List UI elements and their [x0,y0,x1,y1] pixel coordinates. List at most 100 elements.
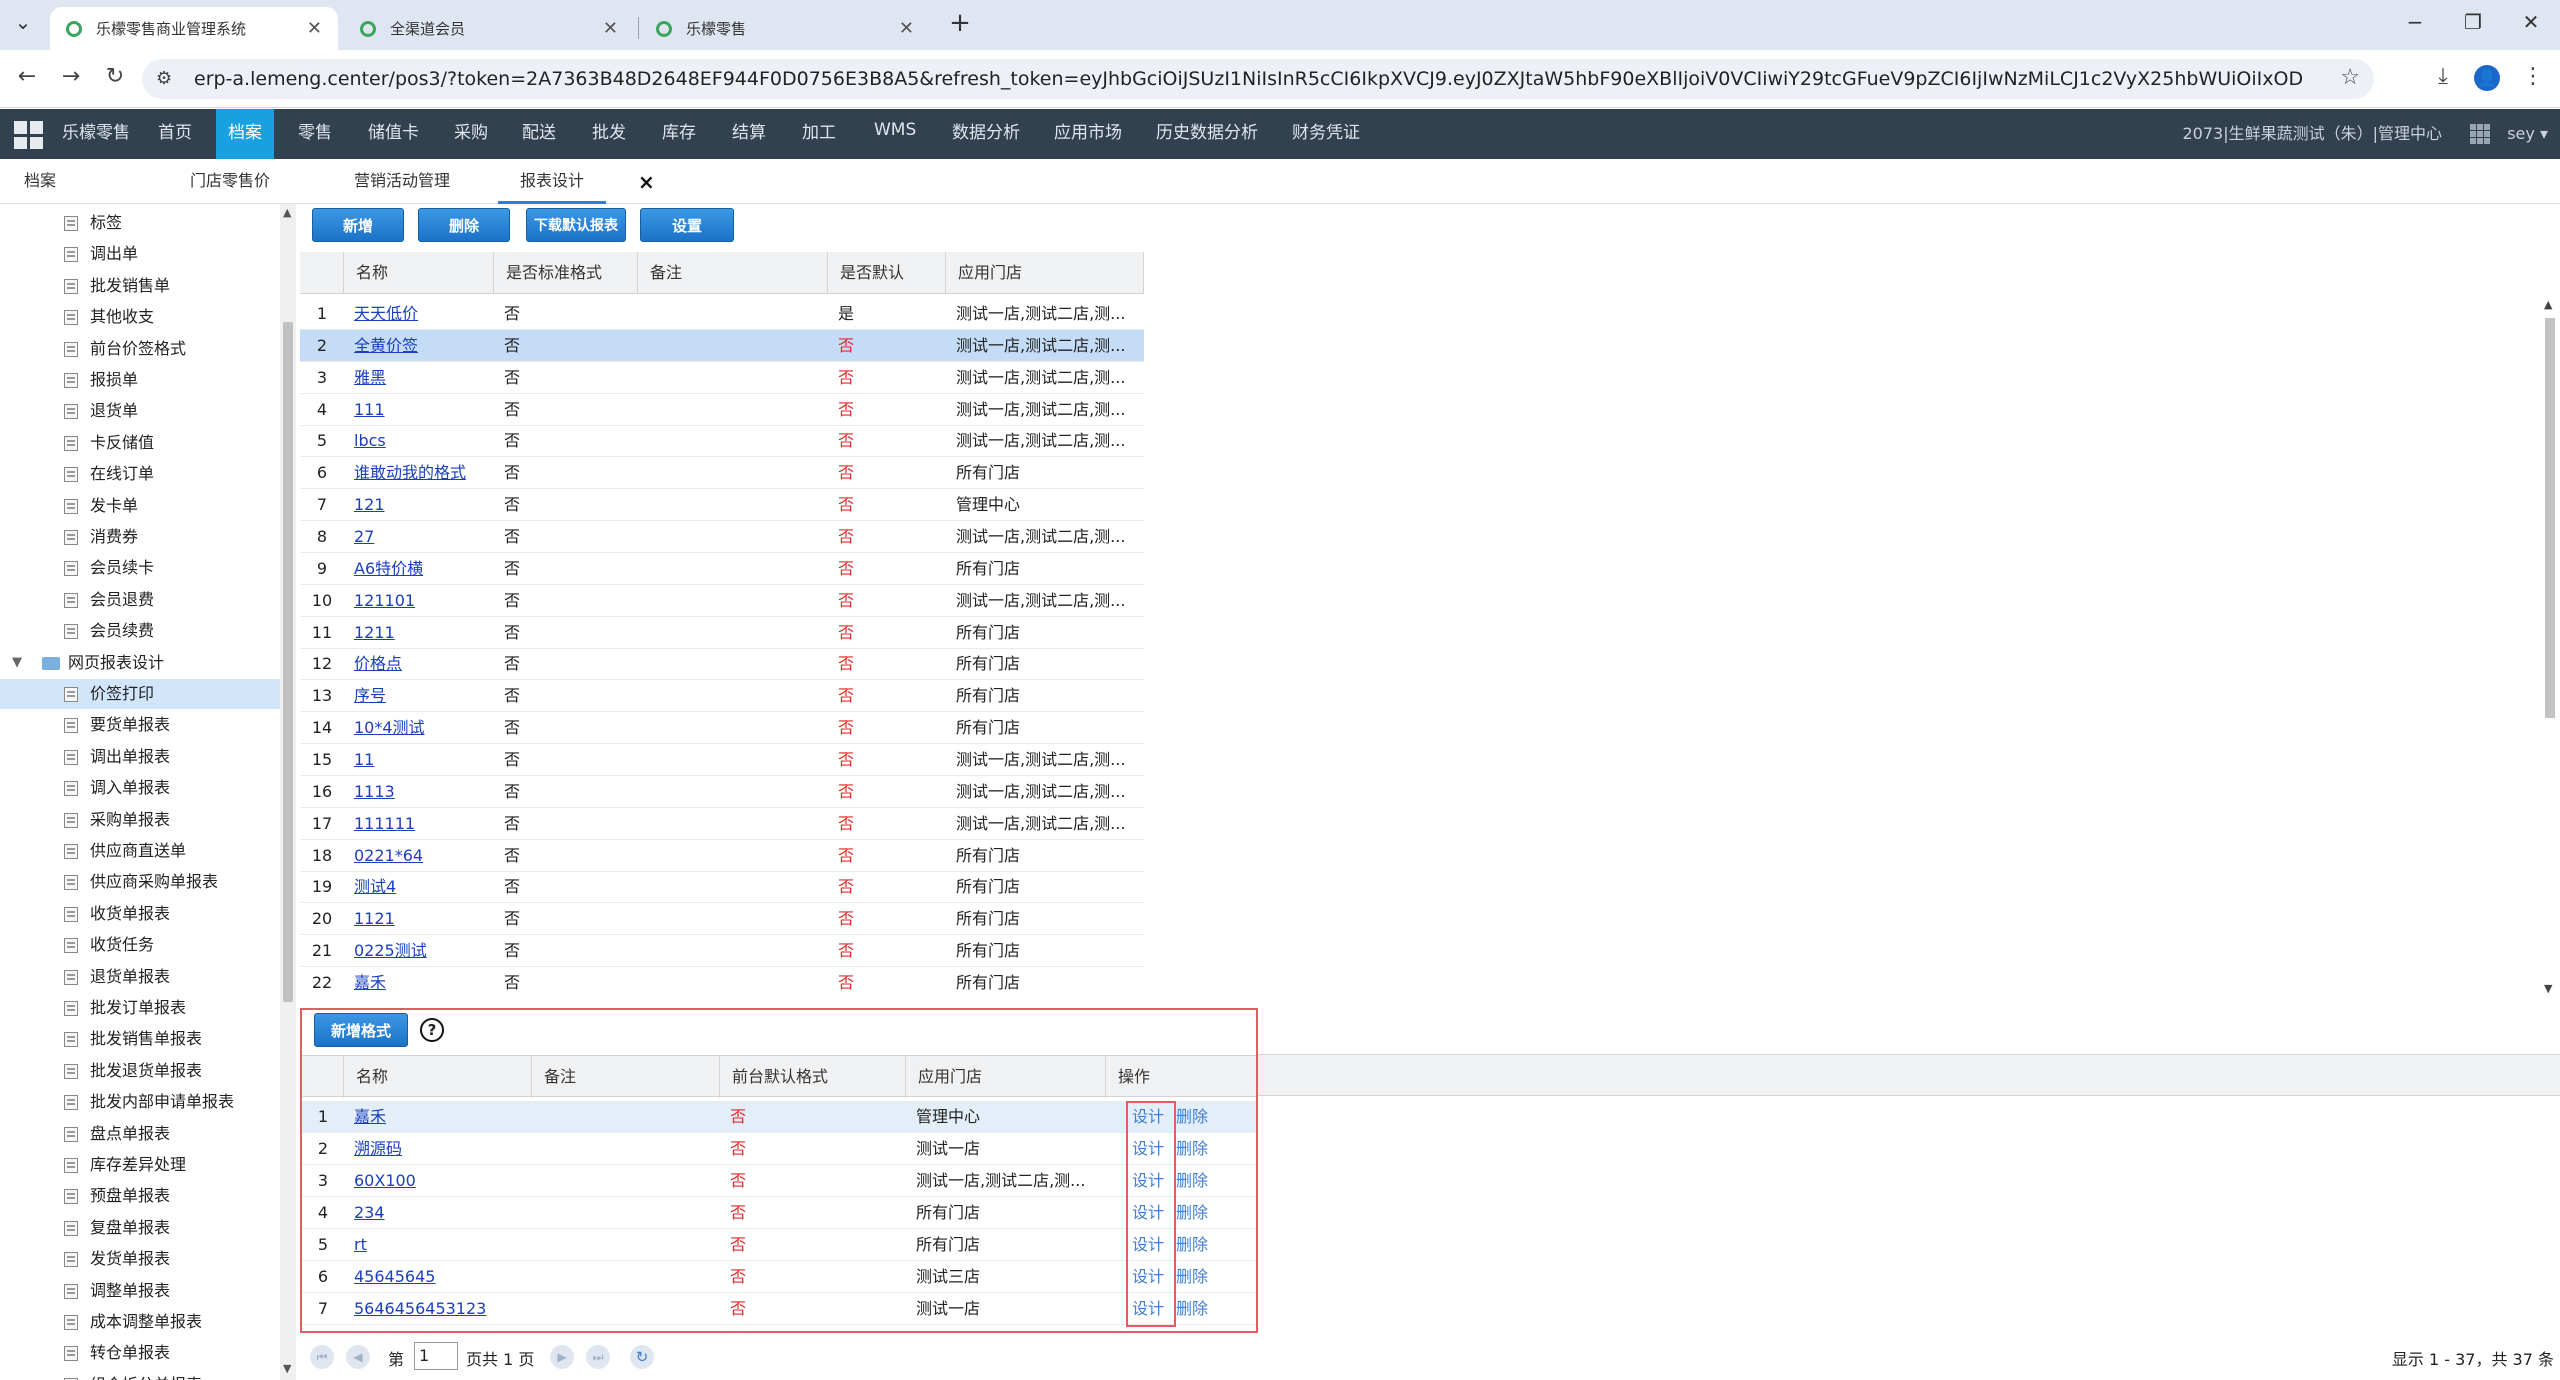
table-row[interactable]: 20 1121 否 否 所有门店 [300,903,1144,936]
delete-link[interactable]: 删除 [1170,1165,1230,1197]
nav-archive[interactable]: 档案 [216,109,274,159]
col-remark[interactable]: 备注 [532,1056,720,1098]
page-number-input[interactable]: 1 [414,1342,458,1370]
tree-item[interactable]: 发卡单 [0,491,280,521]
tree-item[interactable]: 标签 [0,208,280,238]
tree-item[interactable]: 其他收支 [0,302,280,332]
nav-wholesale[interactable]: 批发 [580,109,638,159]
tree-item[interactable]: 退货单 [0,396,280,426]
format-name-link[interactable]: 45645645 [344,1261,532,1293]
nav-distribution[interactable]: 配送 [510,109,568,159]
report-name-link[interactable]: 111 [344,394,494,426]
next-page-icon[interactable]: ▶ [550,1345,574,1369]
col-operation[interactable]: 操作 [1106,1056,1256,1098]
scroll-down-icon[interactable]: ▼ [283,1362,291,1375]
table-row[interactable]: 4 111 否 否 测试一店,测试二店,测... [300,394,1144,426]
report-name-link[interactable]: 序号 [344,680,494,712]
format-name-link[interactable]: 嘉禾 [344,1101,532,1133]
tree-item[interactable]: 成本调整单报表 [0,1307,280,1337]
col-name[interactable]: 名称 [344,1056,532,1098]
col-is-default[interactable]: 是否默认 [828,252,946,294]
tab-store-retail-price[interactable]: 门店零售价 [190,160,270,204]
tree-item[interactable]: 库存差异处理 [0,1150,280,1180]
nav-wms[interactable]: WMS [862,106,928,156]
reload-icon[interactable]: ↻ [100,64,130,89]
delete-link[interactable]: 删除 [1170,1261,1230,1293]
tree-item[interactable]: 收货任务 [0,930,280,960]
table-row[interactable]: 13 序号否否所有门店 [300,680,1144,713]
tree-item[interactable]: 供应商直送单 [0,836,280,866]
table-row[interactable]: 7 121 否 否 管理中心 [300,489,1144,522]
browser-tab-3[interactable]: 乐檬零售 ✕ [640,7,930,50]
table-row[interactable]: 21 0225测试否否所有门店 [300,935,1144,968]
delete-button[interactable]: 删除 [418,208,510,242]
report-name-link[interactable]: 谁敢动我的格式 [344,457,494,489]
nav-data-analysis[interactable]: 数据分析 [940,109,1032,159]
tree-item[interactable]: 调整单报表 [0,1276,280,1306]
minimize-icon[interactable]: − [2400,10,2430,34]
table-row[interactable]: 11 1211 否 否 所有门店 [300,617,1144,649]
last-page-icon[interactable]: ⏭ [586,1345,610,1369]
site-info-icon[interactable]: ⚙ [156,68,172,89]
tree-scrollbar[interactable]: ▲ ▼ [280,204,296,1380]
format-name-link[interactable]: 溯源码 [344,1133,532,1165]
table-row[interactable]: 15 11 否 否 测试一店,测试二店,测... [300,744,1144,777]
tree-item[interactable]: 盘点单报表 [0,1119,280,1149]
tree-item[interactable]: 收货单报表 [0,899,280,929]
tree-item[interactable]: 要货单报表 [0,710,280,740]
col-stores[interactable]: 应用门店 [906,1056,1106,1098]
apps-grid-icon[interactable] [2470,124,2490,144]
tree-item[interactable]: 发货单报表 [0,1244,280,1274]
table-row[interactable]: 5 lbcs 否 否 测试一店,测试二店,测... [300,425,1144,458]
prev-page-icon[interactable]: ◀ [346,1345,370,1369]
table-row[interactable]: 5 rt 否所有门店 设计 删除 [302,1229,1256,1261]
tree-item[interactable]: 会员退费 [0,585,280,615]
report-name-link[interactable]: lbcs [344,425,494,457]
tree-item[interactable]: 在线订单 [0,459,280,489]
format-name-link[interactable]: 5646456453123 [344,1293,532,1325]
nav-home[interactable]: 首页 [146,109,204,159]
table-row[interactable]: 18 0221*64 否 否 所有门店 [300,840,1144,872]
nav-app-market[interactable]: 应用市场 [1042,109,1134,159]
tree-item[interactable]: 调出单报表 [0,742,280,772]
nav-stored-value-card[interactable]: 储值卡 [356,109,431,159]
close-tab-icon[interactable]: × [638,160,655,204]
bookmark-star-icon[interactable]: ☆ [2340,65,2360,90]
table-row[interactable]: 2 溯源码否测试一店 设计 删除 [302,1133,1256,1165]
tree-item[interactable]: 批发销售单 [0,271,280,301]
tree-item[interactable]: 组合拆分单报表 [0,1370,280,1380]
report-name-link[interactable]: 嘉禾 [344,967,494,998]
scroll-up-icon[interactable]: ▲ [283,206,291,219]
report-name-link[interactable]: 0225测试 [344,935,494,967]
profile-avatar[interactable]: 👤 [2474,65,2500,91]
table-row[interactable]: 7 5646456453123 否测试一店 设计 删除 [302,1293,1256,1325]
report-name-link[interactable]: 1113 [344,776,494,808]
col-name[interactable]: 名称 [344,252,494,294]
tree-item[interactable]: 转仓单报表 [0,1338,280,1368]
first-page-icon[interactable]: ⏮ [310,1345,334,1369]
report-name-link[interactable]: 雅黑 [344,362,494,394]
report-name-link[interactable]: 测试4 [344,871,494,903]
tree-item[interactable]: 报损单 [0,365,280,395]
browser-tab-1[interactable]: 乐檬零售商业管理系统 ✕ [50,7,338,50]
scroll-thumb[interactable] [2545,318,2555,718]
table-row[interactable]: 3 雅黑否否测试一店,测试二店,测... [300,362,1144,394]
table-row[interactable]: 22 嘉禾否否所有门店 [300,967,1144,998]
report-name-link[interactable]: 27 [344,521,494,553]
nav-purchase[interactable]: 采购 [442,109,500,159]
format-name-link[interactable]: rt [344,1229,532,1261]
close-icon[interactable]: ✕ [899,18,914,39]
table-row[interactable]: 3 60X100 否测试一店,测试二店,测... 设计 删除 [302,1165,1256,1197]
report-name-link[interactable]: 0221*64 [344,840,494,872]
download-default-report-button[interactable]: 下载默认报表 [526,208,626,242]
table-row[interactable]: 9 A6特价横否否所有门店 [300,553,1144,585]
add-button[interactable]: 新增 [312,208,404,242]
nav-finance-voucher[interactable]: 财务凭证 [1280,109,1372,159]
url-text[interactable]: erp-a.lemeng.center/pos3/?token=2A7363B4… [194,68,2304,90]
nav-settlement[interactable]: 结算 [720,109,778,159]
report-grid-scrollbar[interactable]: ▲ ▼ [2540,298,2560,998]
delete-link[interactable]: 删除 [1170,1133,1230,1165]
tree-item[interactable]: 批发内部申请单报表 [0,1087,280,1117]
tree-item[interactable]: 会员续费 [0,616,280,646]
delete-link[interactable]: 删除 [1170,1101,1230,1133]
